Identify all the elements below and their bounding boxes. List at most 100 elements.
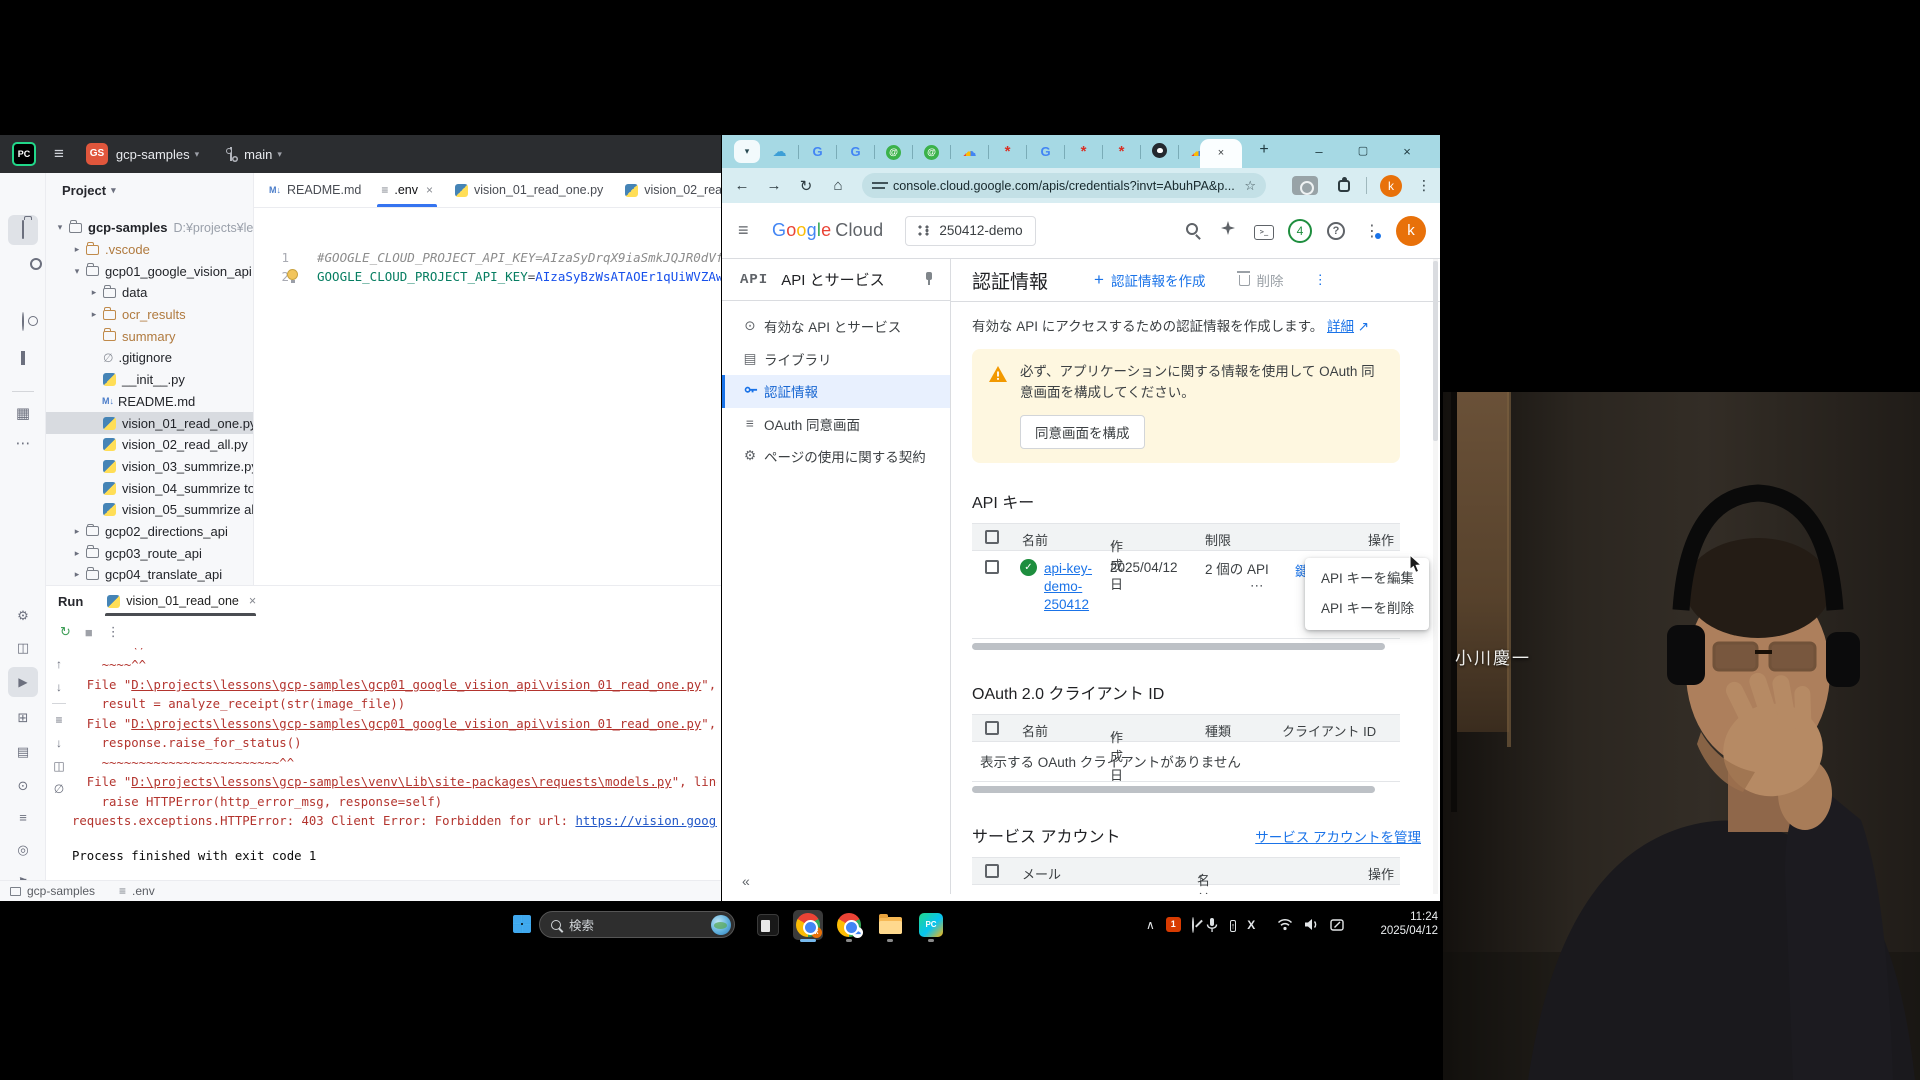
- services-tool-button[interactable]: ◎: [8, 835, 38, 865]
- pinned-tab-at-icon[interactable]: @: [924, 145, 939, 160]
- pinned-tab-at-icon[interactable]: @: [886, 145, 901, 160]
- taskbar-explorer[interactable]: [875, 910, 905, 940]
- forward-button[interactable]: →: [758, 177, 790, 194]
- taskbar-search[interactable]: 検索: [539, 911, 735, 938]
- tab-search-chevron[interactable]: ▾: [734, 140, 760, 163]
- sidebar-item-enabled-apis[interactable]: ⊙ 有効な API とサービス: [722, 310, 950, 343]
- minimize-button[interactable]: –: [1302, 135, 1336, 168]
- tree-item[interactable]: vision_02_read_all.py: [46, 434, 253, 456]
- tab-readme[interactable]: M↓ README.md: [258, 173, 371, 207]
- reload-button[interactable]: ↻: [790, 177, 822, 195]
- search-highlight-globe[interactable]: [711, 915, 731, 935]
- url-link[interactable]: https://vision.googleapis.com/v1/: [575, 814, 717, 828]
- home-button[interactable]: ⌂: [822, 177, 854, 194]
- api-key-link[interactable]: api-key-demo-250412: [1044, 560, 1102, 614]
- pen-input-icon[interactable]: [1330, 918, 1345, 932]
- chevron-right-icon[interactable]: ▸: [70, 526, 84, 537]
- chevron-right-icon[interactable]: ▸: [87, 309, 101, 320]
- tree-item[interactable]: ▸ data: [46, 282, 253, 304]
- taskbar-chrome-profile-2[interactable]: ☁: [834, 910, 864, 940]
- pinned-tab-spark-icon[interactable]: *: [1113, 144, 1130, 159]
- create-credentials-button[interactable]: + 認証情報を作成: [1094, 270, 1205, 290]
- branch-selector[interactable]: main: [244, 147, 272, 162]
- collapse-sidebar-icon[interactable]: «: [742, 873, 750, 889]
- microphone-icon[interactable]: [1205, 917, 1219, 933]
- close-icon[interactable]: ×: [1218, 147, 1224, 159]
- screen-share-camera-icon[interactable]: [1292, 176, 1318, 195]
- pinned-tab-google-icon[interactable]: G: [1037, 144, 1054, 159]
- database-tool-button[interactable]: ▤: [8, 737, 38, 767]
- tree-item[interactable]: vision_03_summrize.py: [46, 456, 253, 478]
- tree-item[interactable]: M↓ README.md: [46, 391, 253, 413]
- gemini-sparkle-icon[interactable]: [1210, 221, 1246, 240]
- run-tool-button[interactable]: ▶: [8, 667, 38, 697]
- run-console[interactable]: main() ~~~~^^ File "D:\projects\lessons\…: [72, 648, 717, 883]
- run-options-kebab[interactable]: ⋮: [107, 624, 120, 640]
- endpoints-tool-button[interactable]: ⊙: [8, 771, 38, 801]
- tree-item[interactable]: __init__.py: [46, 369, 253, 391]
- clear-console-button[interactable]: ∅: [46, 782, 72, 796]
- screen-cast-icon[interactable]: ↑: [1230, 920, 1237, 932]
- tree-item[interactable]: vision_05_summrize all_to_f: [46, 499, 253, 521]
- start-button[interactable]: [513, 915, 531, 933]
- extensions-icon[interactable]: [1336, 178, 1352, 194]
- cloud-shell-icon[interactable]: >_: [1246, 221, 1282, 240]
- tree-item[interactable]: ▸ gcp04_translate_api: [46, 564, 253, 585]
- select-all-checkbox[interactable]: [985, 864, 999, 878]
- tree-item[interactable]: ▾ gcp01_google_vision_api: [46, 260, 253, 282]
- pinned-tab-spark-icon[interactable]: *: [999, 144, 1016, 159]
- col-name[interactable]: 名前: [1022, 530, 1048, 549]
- rerun-button[interactable]: ↻: [60, 624, 71, 640]
- col-type[interactable]: 種類: [1205, 721, 1231, 740]
- code-with-me-button[interactable]: [8, 307, 38, 337]
- file-link[interactable]: D:\projects\lessons\gcp-samples\gcp01_go…: [131, 717, 701, 731]
- wifi-icon[interactable]: [1277, 918, 1293, 931]
- google-cloud-logo[interactable]: GoogleCloud: [772, 220, 883, 241]
- structure-tool-button[interactable]: ▦: [8, 399, 38, 429]
- chevron-right-icon[interactable]: ▸: [70, 244, 84, 255]
- scroll-to-end-button[interactable]: ↓: [46, 736, 72, 750]
- restriction-more-icon[interactable]: ⋯: [1250, 578, 1264, 594]
- col-client-id[interactable]: クライアント ID: [1282, 721, 1376, 740]
- tree-item[interactable]: ∅ .gitignore: [46, 347, 253, 369]
- chrome-profile-avatar[interactable]: k: [1380, 175, 1402, 197]
- menu-item-delete-api-key[interactable]: API キーを削除: [1305, 594, 1429, 624]
- settings-tool-button[interactable]: ⚙: [8, 601, 38, 631]
- col-restrictions[interactable]: 制限: [1205, 530, 1231, 549]
- tab-vision02[interactable]: vision_02_read_all..: [613, 173, 721, 207]
- file-link[interactable]: D:\projects\lessons\gcp-samples\gcp01_go…: [131, 678, 701, 692]
- horizontal-scrollbar[interactable]: [972, 786, 1400, 793]
- python-console-button[interactable]: ◫: [8, 633, 38, 663]
- address-bar[interactable]: console.cloud.google.com/apis/credential…: [862, 173, 1266, 198]
- file-link[interactable]: D:\projects\lessons\gcp-samples\venv\Lib…: [131, 775, 671, 789]
- taskbar-clock[interactable]: 11:24 2025/04/12: [1380, 910, 1438, 938]
- pinned-tab-spark-icon[interactable]: *: [1075, 144, 1092, 159]
- tray-badge-icon[interactable]: 1: [1166, 917, 1181, 932]
- next-occurrence-button[interactable]: ↓: [46, 680, 72, 694]
- run-tab[interactable]: vision_01_read_one ×: [105, 586, 256, 616]
- chevron-down-icon[interactable]: ▾: [70, 266, 84, 277]
- bookmark-star-icon[interactable]: ☆: [1244, 178, 1256, 194]
- x-app-icon[interactable]: X: [1247, 918, 1255, 932]
- sidebar-item-page-agreements[interactable]: ⚙ ページの使用に関する契約: [722, 440, 950, 473]
- code-line-1[interactable]: #GOOGLE_CLOUD_PROJECT_API_KEY=AIzaSyDrqX…: [317, 250, 721, 265]
- pinned-tab-cloud-icon[interactable]: ☁: [771, 143, 788, 160]
- prev-occurrence-button[interactable]: ↑: [46, 657, 72, 671]
- pinned-tab-google-icon[interactable]: G: [847, 144, 864, 159]
- sidebar-item-oauth-consent[interactable]: ≡ OAuth 同意画面: [722, 408, 950, 441]
- more-tools-button[interactable]: ⋯: [8, 429, 38, 459]
- code-line-2[interactable]: GOOGLE_CLOUD_PROJECT_API_KEY=AIzaSyBzWsA…: [317, 269, 721, 284]
- tree-item[interactable]: summary: [46, 325, 253, 347]
- select-all-checkbox[interactable]: [985, 530, 999, 544]
- close-icon[interactable]: ×: [426, 183, 433, 197]
- project-selector[interactable]: gcp-samples: [116, 147, 190, 162]
- print-button[interactable]: ◫: [46, 759, 72, 773]
- pinned-tab-gcp-icon[interactable]: ☁: [961, 143, 978, 160]
- col-name[interactable]: 名前: [1022, 721, 1048, 740]
- tree-item[interactable]: ▸ ocr_results: [46, 304, 253, 326]
- sidebar-item-credentials[interactable]: 認証情報: [722, 375, 950, 408]
- vertical-scrollbar[interactable]: [1433, 259, 1438, 894]
- tree-item[interactable]: ▸ gcp02_directions_api: [46, 521, 253, 543]
- main-menu-icon[interactable]: ≡: [54, 144, 64, 164]
- taskbar-pycharm[interactable]: PC: [916, 910, 946, 940]
